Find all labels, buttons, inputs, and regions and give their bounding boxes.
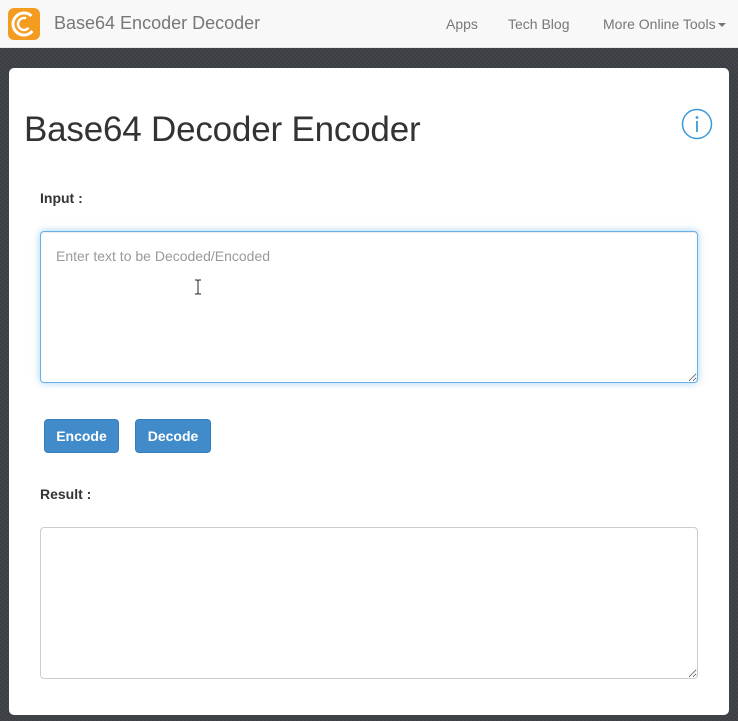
top-navbar: Base64 Encoder Decoder Apps Tech Blog Mo… (0, 0, 738, 48)
result-label: Result : (40, 486, 92, 502)
nav-link-tech-blog[interactable]: Tech Blog (508, 16, 569, 32)
chevron-down-icon (717, 23, 726, 28)
input-label: Input : (40, 190, 83, 206)
encode-button[interactable]: Encode (44, 419, 119, 453)
brand-title[interactable]: Base64 Encoder Decoder (54, 13, 260, 34)
page-title: Base64 Decoder Encoder (24, 110, 421, 149)
nav-dropdown-more-tools[interactable]: More Online Tools (603, 16, 726, 32)
main-panel: Base64 Decoder Encoder Input : Encode De… (9, 68, 729, 715)
nav-link-apps[interactable]: Apps (446, 16, 478, 32)
app-logo-icon[interactable] (8, 8, 40, 40)
text-cursor-icon (194, 279, 202, 295)
decode-button[interactable]: Decode (135, 419, 211, 453)
result-textarea[interactable] (40, 527, 698, 679)
info-icon[interactable] (681, 108, 713, 140)
input-textarea[interactable] (40, 231, 698, 383)
nav-dropdown-label: More Online Tools (603, 16, 716, 32)
